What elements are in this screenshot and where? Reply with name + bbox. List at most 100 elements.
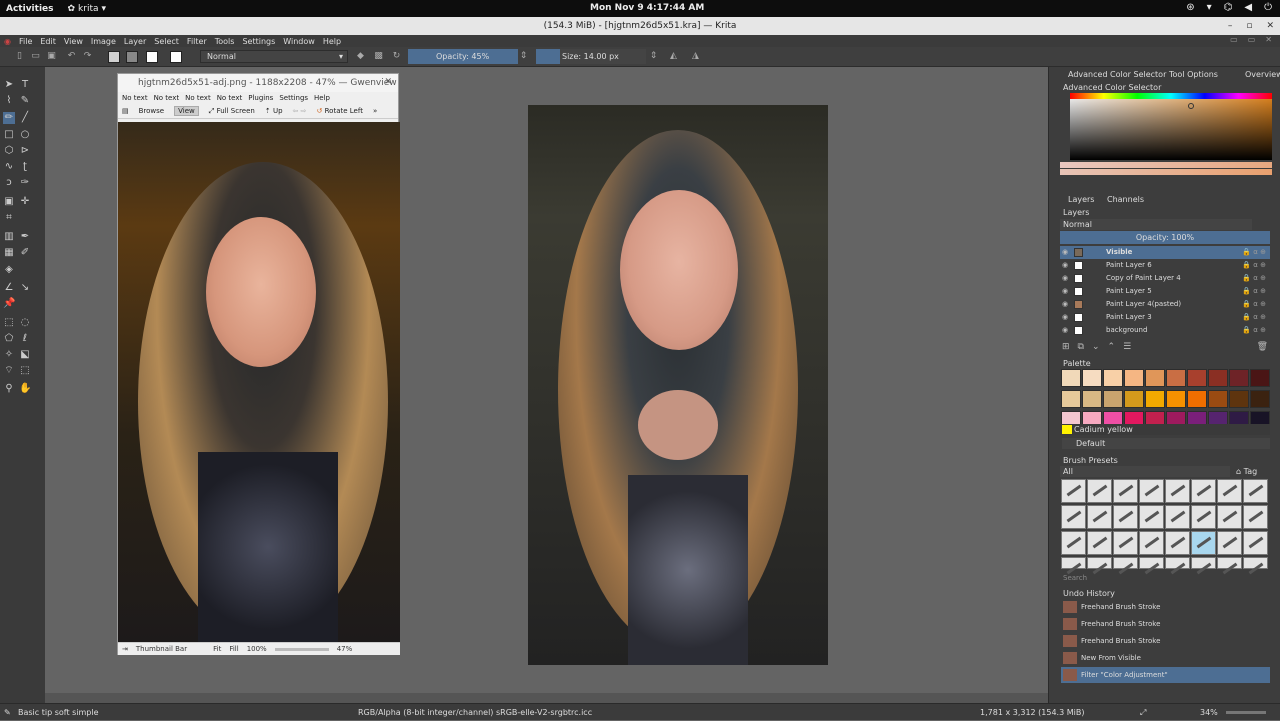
ellipse-tool[interactable]: ○ bbox=[19, 129, 31, 141]
foreground-background-swatch[interactable] bbox=[146, 51, 158, 63]
brush-preset[interactable] bbox=[1217, 505, 1242, 529]
line-tool[interactable]: ╱ bbox=[19, 112, 31, 124]
brush-preset[interactable] bbox=[1061, 531, 1086, 555]
fill-tool[interactable]: ◈ bbox=[3, 264, 15, 276]
opacity-slider[interactable]: Opacity: 45% bbox=[408, 49, 518, 64]
eraser-mode-icon[interactable]: ◆ bbox=[355, 51, 366, 62]
brush-preset-button[interactable] bbox=[170, 51, 182, 63]
assistant-tool[interactable]: ↘ bbox=[19, 282, 31, 294]
brush-search-input[interactable]: Search bbox=[1060, 573, 1270, 584]
layer-row[interactable]: ◉ Copy of Paint Layer 4 🔒 α ⊕ bbox=[1060, 272, 1270, 285]
color-picker-handle[interactable] bbox=[1188, 103, 1194, 109]
select-shapes-tool[interactable]: ➤ bbox=[3, 79, 15, 91]
move-down-icon[interactable]: ⌄ bbox=[1092, 342, 1100, 354]
menu-view[interactable]: View bbox=[64, 37, 83, 46]
brush-preset[interactable] bbox=[1191, 479, 1216, 503]
brush-preset[interactable] bbox=[1191, 505, 1216, 529]
brush-preset[interactable] bbox=[1139, 505, 1164, 529]
brush-preset[interactable] bbox=[1165, 479, 1190, 503]
palette-swatch[interactable] bbox=[1208, 369, 1228, 387]
close-icon[interactable]: ✕ bbox=[1266, 17, 1274, 35]
gradient-swatch[interactable] bbox=[108, 51, 120, 63]
size-spin-icon[interactable]: ⇕ bbox=[648, 51, 659, 62]
brush-preset[interactable] bbox=[1217, 557, 1242, 575]
brush-preset[interactable] bbox=[1113, 557, 1138, 575]
menu-file[interactable]: File bbox=[19, 37, 32, 46]
gwenview-menu-item[interactable]: No text bbox=[122, 94, 148, 102]
polygonal-selection-tool[interactable]: ⬠ bbox=[3, 333, 15, 345]
zoom-slider[interactable] bbox=[1226, 711, 1266, 714]
color-slider-2[interactable] bbox=[1060, 169, 1272, 175]
system-tray[interactable]: ⊛ ▾ ⌬ ◀ ⏻ bbox=[1186, 2, 1272, 13]
brush-preset[interactable] bbox=[1243, 557, 1268, 575]
layer-properties-icon[interactable]: ☰ bbox=[1123, 342, 1131, 354]
gwenview-menu-item[interactable]: No text bbox=[154, 94, 180, 102]
move-tool[interactable]: ✛ bbox=[19, 196, 31, 208]
opacity-spin-icon[interactable]: ⇕ bbox=[518, 51, 529, 62]
more-icon[interactable]: » bbox=[373, 107, 377, 115]
horizontal-scrollbar[interactable] bbox=[45, 693, 1048, 703]
layer-row[interactable]: ◉ background 🔒 α ⊕ bbox=[1060, 324, 1270, 337]
layer-row[interactable]: ◉ Paint Layer 3 🔒 α ⊕ bbox=[1060, 311, 1270, 324]
tab-advanced-color-selector[interactable]: Advanced Color Selector bbox=[1068, 70, 1166, 79]
gwenview-menu-settings[interactable]: Settings bbox=[279, 94, 308, 102]
palette-swatch[interactable] bbox=[1061, 369, 1081, 387]
palette-swatch[interactable] bbox=[1187, 390, 1207, 408]
zoom-slider[interactable] bbox=[274, 647, 329, 651]
measure-tool[interactable]: ∠ bbox=[3, 282, 15, 294]
freehand-path-tool[interactable]: ʈ bbox=[19, 161, 31, 173]
brush-preset[interactable] bbox=[1087, 479, 1112, 503]
eye-icon[interactable]: ◉ bbox=[1062, 272, 1068, 285]
reload-preset-icon[interactable]: ↻ bbox=[391, 51, 402, 62]
duplicate-layer-icon[interactable]: ⧉ bbox=[1078, 342, 1084, 354]
undo-item[interactable]: Freehand Brush Stroke bbox=[1061, 599, 1270, 615]
brush-preset[interactable] bbox=[1243, 531, 1268, 555]
hue-strip[interactable] bbox=[1070, 93, 1272, 99]
float-icon[interactable]: ▭ bbox=[1248, 35, 1256, 44]
thumbnail-bar-button[interactable]: Thumbnail Bar bbox=[136, 645, 187, 653]
delete-layer-icon[interactable]: 🗑 bbox=[1257, 342, 1268, 352]
color-slider-1[interactable] bbox=[1060, 162, 1272, 168]
freehand-selection-tool[interactable]: ℓ bbox=[19, 333, 31, 345]
app-menu[interactable]: ✿ krita ▾ bbox=[68, 4, 107, 14]
brush-filter-select[interactable]: All bbox=[1060, 466, 1230, 477]
color-gradient-square[interactable] bbox=[1070, 93, 1272, 160]
mirror-vertical-icon[interactable]: ◮ bbox=[690, 51, 701, 62]
close-document-icon[interactable]: ✕ bbox=[1265, 35, 1272, 44]
zoom-100-button[interactable]: 100% bbox=[247, 645, 267, 653]
brush-preset[interactable] bbox=[1217, 479, 1242, 503]
brush-preset[interactable] bbox=[1113, 505, 1138, 529]
palette-swatch[interactable] bbox=[1145, 390, 1165, 408]
tab-layers[interactable]: Layers bbox=[1068, 195, 1094, 204]
lock-icon[interactable]: 🔒 α ⊕ bbox=[1242, 311, 1266, 324]
mirror-horizontal-icon[interactable]: ◭ bbox=[668, 51, 679, 62]
lock-icon[interactable]: 🔒 α ⊕ bbox=[1242, 246, 1266, 259]
brush-preset[interactable] bbox=[1165, 531, 1190, 555]
eye-icon[interactable]: ◉ bbox=[1062, 311, 1068, 324]
reference-images-tool[interactable]: 📌 bbox=[3, 298, 15, 310]
tab-overview[interactable]: Overview bbox=[1245, 70, 1280, 79]
palette-swatch[interactable] bbox=[1103, 369, 1123, 387]
maximize-icon[interactable]: ▫ bbox=[1246, 17, 1252, 35]
gwenview-menu-plugins[interactable]: Plugins bbox=[248, 94, 273, 102]
browse-button[interactable]: Browse bbox=[139, 107, 165, 115]
menu-tools[interactable]: Tools bbox=[215, 37, 235, 46]
rectangle-tool[interactable]: □ bbox=[3, 129, 15, 141]
rotate-left-button[interactable]: ↺ Rotate Left bbox=[317, 107, 363, 115]
brush-preset[interactable] bbox=[1165, 557, 1190, 575]
palette-swatch[interactable] bbox=[1145, 369, 1165, 387]
magnetic-selection-tool[interactable]: ⬚ bbox=[19, 365, 31, 377]
clock[interactable]: Mon Nov 9 4:17:44 AM bbox=[590, 3, 704, 13]
pan-tool[interactable]: ✋ bbox=[19, 383, 31, 395]
accessibility-icon[interactable]: ⊛ bbox=[1186, 2, 1194, 13]
palette-swatch[interactable] bbox=[1061, 390, 1081, 408]
calligraphy-tool[interactable]: ✎ bbox=[19, 95, 31, 107]
palette-swatch[interactable] bbox=[1124, 390, 1144, 408]
lock-icon[interactable]: 🔒 α ⊕ bbox=[1242, 285, 1266, 298]
brush-preset[interactable] bbox=[1191, 557, 1216, 575]
color-sampler-tool[interactable]: ✒ bbox=[19, 231, 31, 243]
brush-preset[interactable] bbox=[1113, 479, 1138, 503]
menu-filter[interactable]: Filter bbox=[187, 37, 207, 46]
size-slider[interactable]: Size: 14.00 px bbox=[536, 49, 646, 64]
close-icon[interactable]: ✕ bbox=[384, 77, 392, 87]
